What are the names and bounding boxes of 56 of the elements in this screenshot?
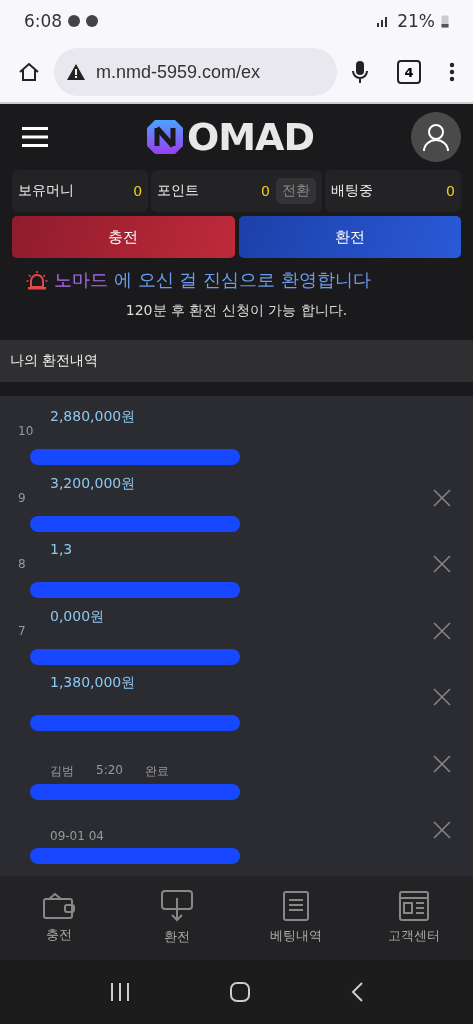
welcome-message: 에 오신 걸 진심으로 환영합니다 (114, 268, 371, 292)
balance-value: 0 (261, 183, 270, 199)
amount-text: 1,380,000원 (50, 674, 136, 690)
close-icon[interactable] (433, 621, 451, 640)
nav-item[interactable]: 고객센터 (373, 891, 454, 945)
brand-name: 노마드 (54, 268, 108, 292)
alarm-icon (26, 270, 48, 290)
notice-text: 120분 후 환전 신청이 가능 합니다. (124, 301, 349, 320)
deposit-button[interactable]: 충전 (12, 216, 235, 258)
balance-label: 보유머니 (18, 182, 75, 200)
recent-apps-icon[interactable] (109, 982, 132, 1002)
section-title: 나의 환전내역 (10, 352, 99, 370)
tab-count-button[interactable]: 4 (397, 60, 421, 84)
battery-icon (441, 14, 449, 28)
row-number: 9 (18, 490, 26, 505)
balance-value: 0 (133, 183, 143, 199)
nav-item[interactable]: 베팅내역 (255, 891, 336, 945)
microphone-icon[interactable] (351, 60, 369, 84)
board-icon (398, 891, 429, 921)
detail-text: 5:20 (96, 762, 123, 779)
site-logo[interactable]: OMAD (144, 115, 315, 159)
home-button-icon[interactable] (229, 981, 252, 1003)
convert-button[interactable]: 전환 (275, 178, 316, 204)
amount-text: 0,000원 (50, 607, 105, 624)
withdraw-button[interactable]: 환전 (238, 216, 461, 258)
detail-text: 09-01 04 (50, 829, 104, 844)
address-bar[interactable]: m.nmd-5959.com/ex (54, 48, 337, 96)
balance-label: 포인트 (157, 182, 201, 200)
user-avatar-icon[interactable] (411, 112, 461, 162)
row-number: 8 (18, 557, 26, 571)
home-icon[interactable] (18, 61, 40, 83)
close-icon[interactable] (433, 488, 451, 507)
close-icon[interactable] (433, 555, 451, 573)
document-icon (282, 891, 309, 921)
detail-text: 김범 (50, 762, 74, 780)
menu-icon[interactable] (449, 62, 455, 82)
amount-text: 3,200,000원 (50, 474, 136, 491)
amount-text: 1,3 (50, 541, 73, 557)
detail-text: 완료 (144, 762, 169, 780)
close-icon[interactable] (433, 821, 451, 839)
wallet-icon (43, 892, 76, 920)
nav-item[interactable]: 충전 (19, 892, 100, 944)
back-icon[interactable] (349, 981, 364, 1003)
nav-item[interactable]: 환전 (137, 890, 218, 946)
status-time: 6:08 (24, 11, 63, 31)
close-icon[interactable] (433, 754, 451, 773)
battery-percentage: 21% (397, 11, 435, 31)
menu-icon[interactable] (22, 126, 48, 148)
row-number: 10 (18, 424, 34, 438)
amount-text: 2,880,000원 (50, 408, 136, 424)
warning-icon (66, 63, 86, 81)
withdraw-icon (161, 890, 194, 922)
row-number: 7 (18, 623, 26, 638)
close-icon[interactable] (433, 688, 451, 706)
balance-value: 0 (446, 183, 455, 199)
balance-label: 배팅중 (330, 182, 374, 200)
